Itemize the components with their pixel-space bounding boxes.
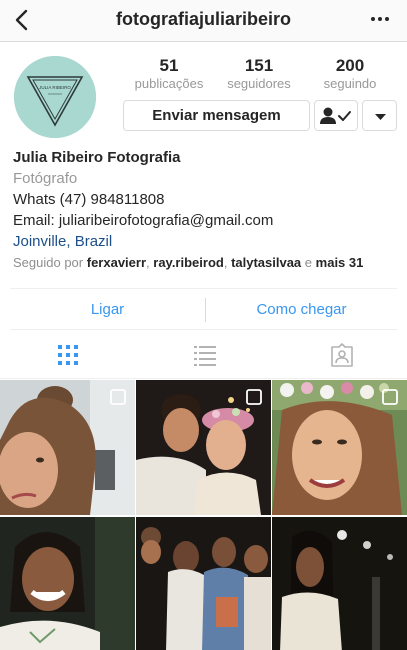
stat-posts-value: 51	[159, 56, 179, 75]
bio-category: Fotógrafo	[13, 170, 78, 187]
avatar-logo: JULIA RIBEIRO	[14, 56, 96, 138]
stat-following-label: seguindo	[323, 76, 377, 91]
top-navigation-bar: fotografiajuliaribeiro	[0, 0, 407, 42]
stat-following-value: 200	[335, 56, 365, 75]
stat-followers[interactable]: 151 seguidores	[214, 56, 304, 92]
stat-followers-value: 151	[244, 56, 274, 75]
send-message-button[interactable]: Enviar mensagem	[123, 100, 310, 131]
caret-down-icon	[375, 114, 386, 120]
post-thumbnail[interactable]	[272, 517, 407, 650]
ellipsis-icon[interactable]	[369, 10, 391, 28]
stat-posts-label: publicações	[134, 76, 204, 91]
following-button[interactable]	[314, 100, 358, 131]
post-thumbnail[interactable]	[136, 380, 271, 515]
followed-by-more: mais 31	[315, 255, 364, 270]
multiple-photos-icon	[382, 389, 398, 405]
post-photo	[272, 517, 407, 650]
multiple-photos-icon	[246, 389, 262, 405]
profile-username-title: fotografiajuliaribeiro	[115, 9, 292, 29]
list-icon[interactable]	[193, 343, 217, 367]
tagged-icon[interactable]	[330, 343, 354, 367]
posts-grid	[0, 380, 407, 650]
bio-name: Julia Ribeiro Fotografia	[13, 149, 181, 166]
profile-view-tabs	[0, 331, 407, 379]
stat-followers-label: seguidores	[227, 76, 291, 91]
post-thumbnail[interactable]	[272, 380, 407, 515]
contact-actions-row: Ligar Como chegar	[10, 288, 397, 330]
bio-phone: Whats (47) 984811808	[13, 191, 165, 208]
bio-email: Email: juliaribeirofotografia@gmail.com	[13, 212, 274, 229]
followed-by-text[interactable]: Seguido por ferxavierr, ray.ribeirod, ta…	[13, 255, 363, 270]
stat-posts[interactable]: 51 publicações	[124, 56, 214, 92]
followed-by-user: ferxavierr	[86, 255, 147, 270]
call-button[interactable]: Ligar	[10, 289, 205, 331]
grid-icon[interactable]	[56, 343, 80, 367]
suggested-dropdown-button[interactable]	[362, 100, 397, 131]
user-check-icon	[320, 107, 351, 124]
directions-button[interactable]: Como chegar	[206, 289, 397, 331]
followed-by-user: talytasilvaa	[231, 255, 302, 270]
post-thumbnail[interactable]	[0, 380, 135, 515]
bio-location-link[interactable]: Joinville, Brazil	[13, 231, 398, 252]
post-photo	[136, 517, 271, 650]
stat-following[interactable]: 200 seguindo	[305, 56, 395, 92]
profile-avatar[interactable]: JULIA RIBEIRO	[14, 56, 96, 138]
post-photo	[0, 517, 135, 650]
followed-by-prefix: Seguido por	[13, 255, 84, 270]
post-thumbnail[interactable]	[0, 517, 135, 650]
followed-by-user: ray.ribeirod	[153, 255, 224, 270]
profile-stats: 51 publicações 151 seguidores 200 seguin…	[124, 56, 396, 92]
followed-by-conjunction: e	[304, 255, 313, 270]
multiple-photos-icon	[110, 389, 126, 405]
post-thumbnail[interactable]	[136, 517, 271, 650]
profile-bio: Julia Ribeiro Fotografia Fotógrafo Whats…	[13, 147, 398, 252]
svg-text:JULIA RIBEIRO: JULIA RIBEIRO	[39, 85, 71, 90]
